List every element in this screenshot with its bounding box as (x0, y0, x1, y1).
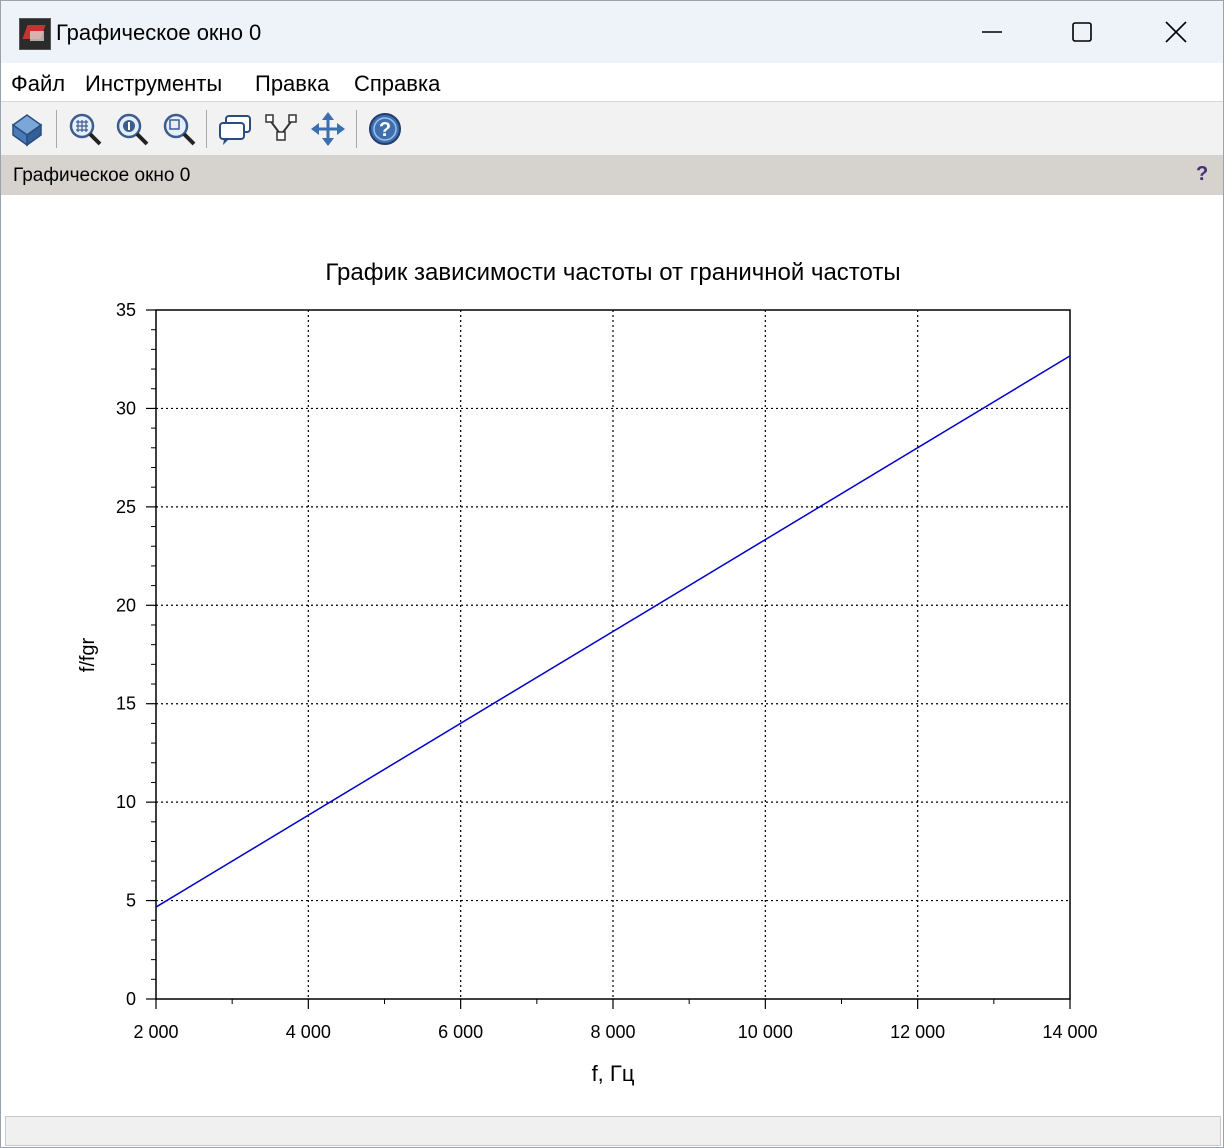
datatip-edit-icon (265, 114, 297, 141)
help-button[interactable]: ? (367, 111, 403, 147)
rotate-button[interactable] (9, 111, 45, 147)
y-tick-label: 15 (116, 694, 136, 714)
menu-tools[interactable]: Инструменты (85, 71, 222, 97)
ticks: 2 000 4 000 6 000 8 000 10 000 12 000 14 000 0 5… (116, 300, 1098, 1042)
zoom-in-icon (69, 113, 102, 146)
pan-icon (311, 112, 345, 146)
y-tick-label: 35 (116, 300, 136, 320)
close-button[interactable] (1146, 9, 1206, 55)
chart-title: График зависимости частоты от граничной … (325, 259, 900, 286)
zoom-in-button[interactable] (67, 111, 103, 147)
zoom-area-button[interactable] (161, 111, 197, 147)
line-chart: График зависимости частоты от граничной … (77, 259, 1098, 1086)
graphics-window: Графическое окно 0 Файл Инструменты Прав… (0, 0, 1224, 1148)
menu-file[interactable]: Файл (11, 71, 65, 97)
y-tick-label: 20 (116, 595, 136, 615)
menu-help[interactable]: Справка (354, 71, 440, 97)
close-icon (1165, 21, 1187, 43)
x-tick-label: 2 000 (133, 1022, 178, 1042)
x-axis-label: f, Гц (592, 1061, 635, 1086)
y-tick-label: 25 (116, 497, 136, 517)
x-tick-label: 8 000 (590, 1022, 635, 1042)
figure-header: Графическое окно 0 ? (1, 155, 1223, 195)
pan-button[interactable] (310, 111, 346, 147)
zoom-original-icon (116, 113, 149, 146)
series-group (155, 355, 1071, 908)
y-tick-label: 0 (126, 989, 136, 1009)
toolbar: ? (1, 101, 1223, 155)
figure-title: Графическое окно 0 (13, 165, 191, 186)
y-tick-label: 10 (116, 792, 136, 812)
svg-text:?: ? (379, 119, 391, 141)
zoom-original-button[interactable] (114, 111, 150, 147)
status-bar (5, 1116, 1221, 1146)
help-icon: ? (369, 113, 401, 145)
datatip-button[interactable] (217, 111, 253, 147)
title-bar[interactable]: Графическое окно 0 (1, 1, 1223, 63)
question-mark-icon[interactable]: ? (1196, 163, 1208, 186)
datatip-edit-button[interactable] (263, 111, 299, 147)
x-tick-label: 12 000 (890, 1022, 945, 1042)
window-title: Графическое окно 0 (56, 20, 262, 45)
menu-bar: Файл Инструменты Правка Справка (1, 63, 1223, 101)
plot-area[interactable]: График зависимости частоты от граничной … (1, 195, 1223, 1115)
maximize-button[interactable] (1052, 9, 1112, 55)
grid (156, 310, 1070, 999)
minimize-icon (982, 31, 1002, 33)
x-tick-label: 6 000 (438, 1022, 483, 1042)
x-tick-label: 14 000 (1042, 1022, 1097, 1042)
maximize-icon (1072, 22, 1092, 42)
y-tick-label: 30 (116, 398, 136, 418)
minimize-button[interactable] (962, 9, 1022, 55)
rotate-icon (11, 114, 43, 147)
zoom-area-icon (163, 113, 196, 146)
scilab-app-icon (19, 18, 51, 50)
y-axis-label: f/fgr (77, 637, 99, 672)
x-tick-label: 10 000 (738, 1022, 793, 1042)
menu-edit[interactable]: Правка (255, 71, 329, 97)
datatip-icon (219, 115, 251, 145)
x-tick-label: 4 000 (286, 1022, 331, 1042)
data-series-line (155, 355, 1071, 908)
y-tick-label: 5 (126, 891, 136, 911)
